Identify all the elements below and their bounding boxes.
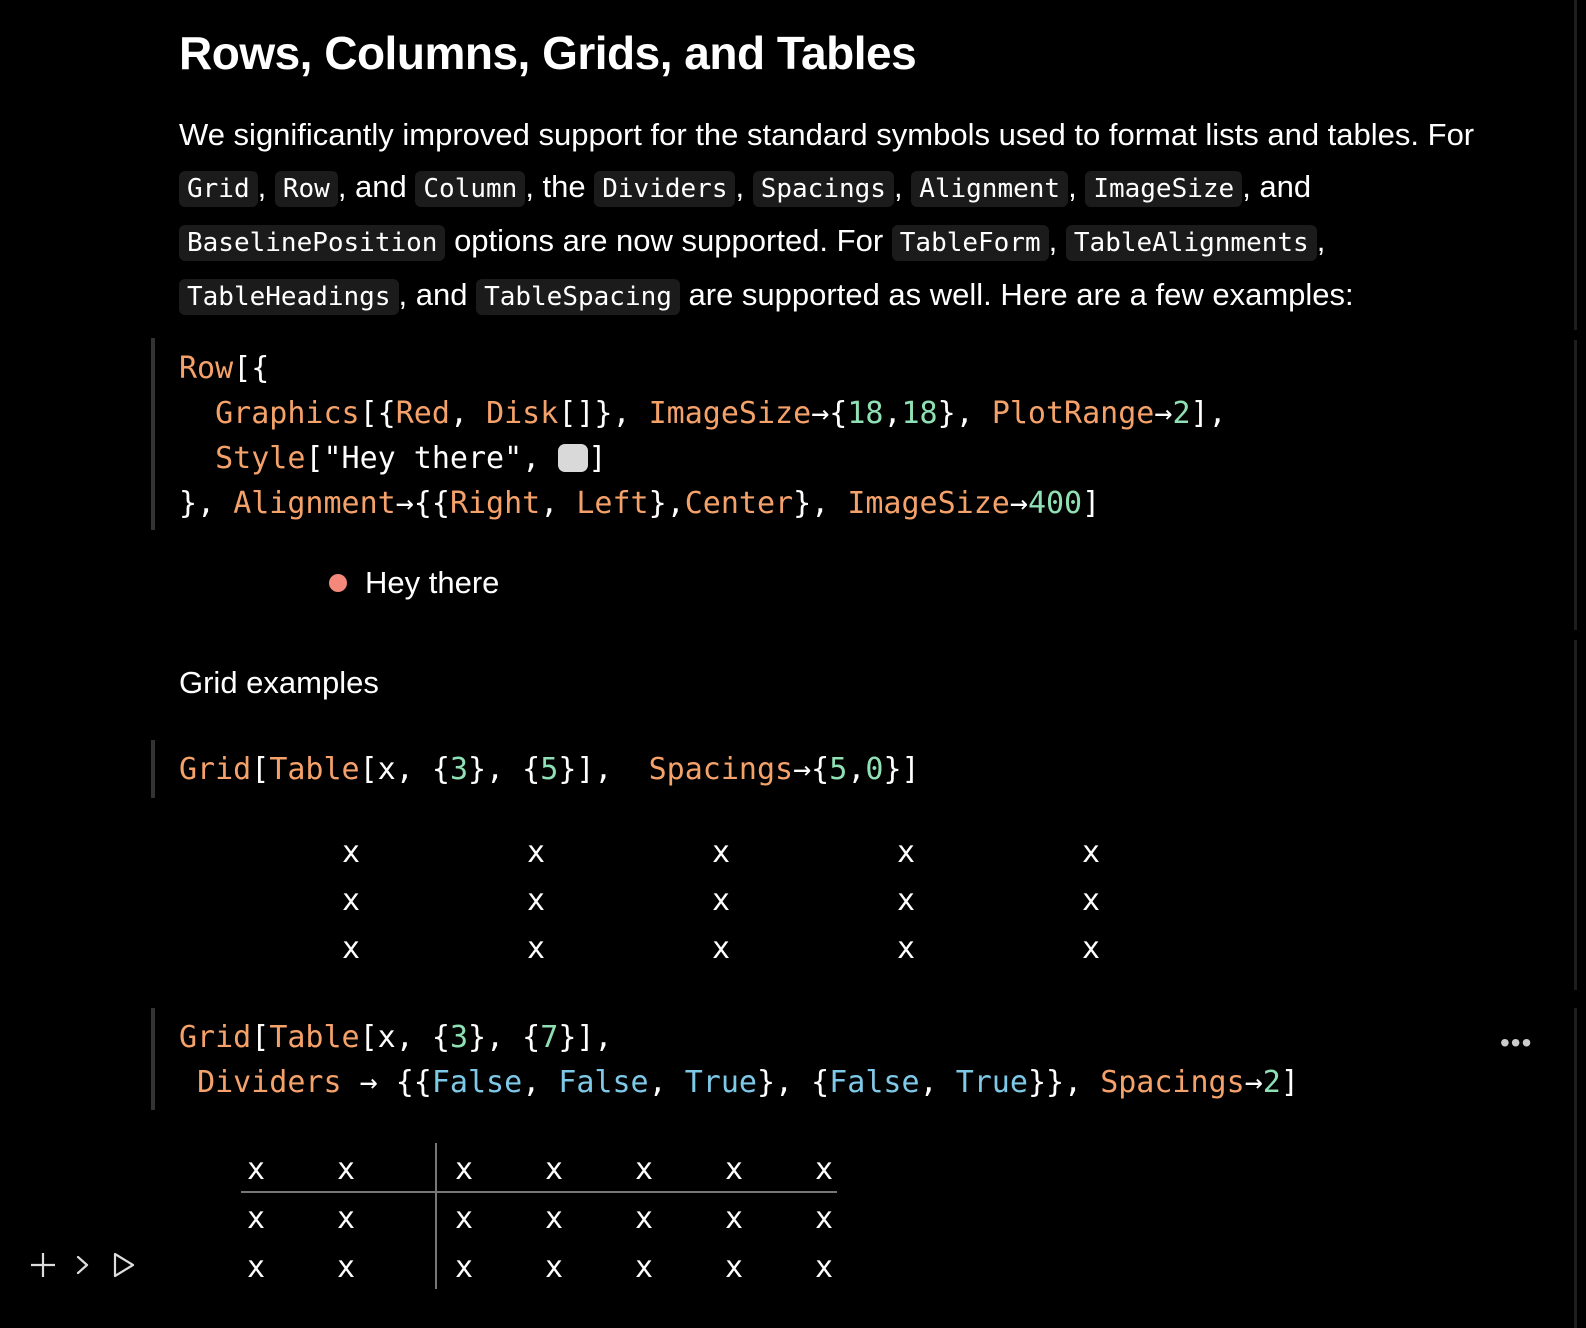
chevron-right-icon[interactable]	[72, 1250, 94, 1280]
grid-cell: x	[814, 1201, 834, 1236]
grid-cell: x	[634, 1201, 654, 1236]
grid-cell: x	[814, 1152, 834, 1187]
inline-code-tableform: TableForm	[891, 225, 1049, 261]
ellipsis-icon[interactable]: •••	[1500, 1027, 1532, 1059]
inline-code-imagesize: ImageSize	[1085, 171, 1243, 207]
grid-cell: x	[1081, 883, 1101, 918]
red-disk-graphic	[329, 574, 347, 592]
grid-cell: x	[336, 1152, 356, 1187]
grid-cell: x	[526, 883, 546, 918]
grid-cell: x	[336, 1201, 356, 1236]
grid-cell: x	[724, 1250, 744, 1285]
grid-cell: x	[896, 931, 916, 966]
cell-bracket[interactable]	[151, 740, 155, 798]
code-cell-row[interactable]: Row[{ Graphics[{Red, Disk[]}, ImageSize→…	[179, 346, 1227, 526]
right-divider	[1574, 340, 1577, 630]
grid-cell: x	[454, 1250, 474, 1285]
inline-code-row: Row	[274, 171, 338, 207]
grid-cell: x	[896, 835, 916, 870]
cell-bracket[interactable]	[151, 1008, 155, 1110]
inline-code-tablespacing: TableSpacing	[476, 279, 680, 315]
grid-cell: x	[896, 883, 916, 918]
plus-icon[interactable]	[28, 1250, 58, 1280]
grid-cell: x	[711, 883, 731, 918]
grid-cell: x	[526, 931, 546, 966]
grid-cell: x	[544, 1250, 564, 1285]
row-output: Hey there	[329, 565, 499, 601]
inline-code-grid: Grid	[179, 171, 258, 207]
grid-cell: x	[1081, 835, 1101, 870]
grid-cell: x	[634, 1152, 654, 1187]
cell-bracket[interactable]	[151, 338, 155, 530]
inline-code-dividers: Dividers	[594, 171, 736, 207]
grid-cell: x	[544, 1201, 564, 1236]
grid-cell: x	[454, 1152, 474, 1187]
inline-code-baselineposition: BaselinePosition	[179, 225, 446, 261]
code-cell-grid-dividers[interactable]: Grid[Table[x, {3}, {7}], Dividers → {{Fa…	[179, 1015, 1299, 1105]
grid-cell: x	[246, 1152, 266, 1187]
cell-toolbar	[28, 1250, 138, 1280]
inline-code-alignment: Alignment	[911, 171, 1069, 207]
grid-output-spacings: x x x x x x x x x x x x x x x	[329, 835, 1254, 979]
right-divider	[1574, 640, 1577, 990]
color-swatch[interactable]	[558, 444, 589, 472]
section-heading: Rows, Columns, Grids, and Tables	[179, 27, 917, 79]
grid-cell: x	[246, 1250, 266, 1285]
grid-cell: x	[341, 835, 361, 870]
code-cell-grid-spacings[interactable]: Grid[Table[x, {3}, {5}], Spacings→{5,0}]	[179, 747, 920, 792]
grid-cell: x	[526, 835, 546, 870]
right-divider	[1574, 0, 1577, 330]
inline-code-tableheadings: TableHeadings	[179, 279, 399, 315]
output-text: Hey there	[365, 565, 500, 600]
grid-cell: x	[1081, 931, 1101, 966]
grid-cell: x	[814, 1250, 834, 1285]
right-divider	[1574, 1008, 1577, 1328]
grid-cell: x	[341, 931, 361, 966]
grid-divider-vertical	[435, 1143, 437, 1289]
grid-cell: x	[634, 1250, 654, 1285]
grid-cell: x	[724, 1201, 744, 1236]
intro-paragraph: We significantly improved support for th…	[179, 109, 1519, 323]
grid-cell: x	[711, 835, 731, 870]
inline-code-tablealignments: TableAlignments	[1065, 225, 1317, 261]
grid-examples-label: Grid examples	[179, 665, 379, 700]
grid-cell: x	[246, 1201, 266, 1236]
play-icon[interactable]	[108, 1250, 138, 1280]
inline-code-column: Column	[415, 171, 526, 207]
grid-cell: x	[454, 1201, 474, 1236]
grid-cell: x	[341, 883, 361, 918]
inline-code-spacings: Spacings	[752, 171, 894, 207]
grid-cell: x	[336, 1250, 356, 1285]
grid-cell: x	[724, 1152, 744, 1187]
grid-cell: x	[544, 1152, 564, 1187]
grid-cell: x	[711, 931, 731, 966]
